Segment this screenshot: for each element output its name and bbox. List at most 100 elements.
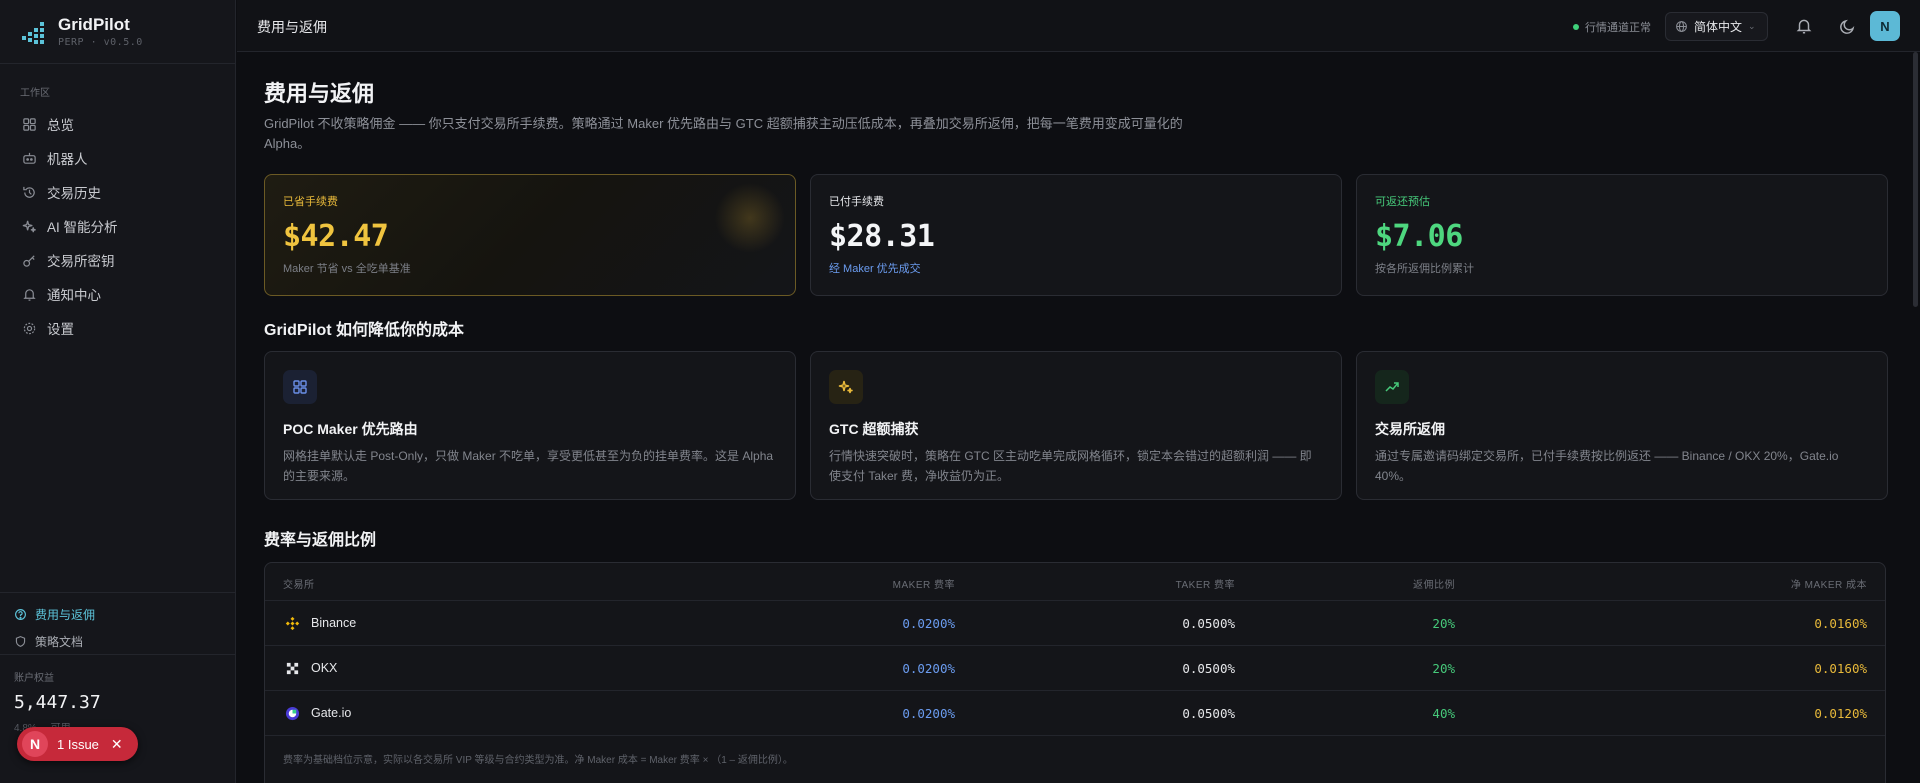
column-header: TAKER 费率 (1175, 580, 1235, 591)
trend-up-icon (1375, 370, 1409, 404)
stat-sub: 经 Maker 优先成交 (829, 263, 921, 275)
key-icon (20, 251, 38, 269)
net-maker-cost: 0.0160% (1814, 616, 1867, 631)
table-footnote: 费率为基础档位示意，实际以各交易所 VIP 等级与合约类型为准。净 Maker … (283, 755, 793, 766)
sidebar-item-overview[interactable]: 总览 (0, 107, 235, 141)
language-label: 简体中文 (1694, 20, 1743, 34)
rebate-rate: 20% (1432, 661, 1455, 676)
stat-card-rebate: 可返还预估 $7.06 按各所返佣比例累计 (1356, 174, 1888, 296)
connection-status: 行情通道正常 (1573, 19, 1651, 35)
sidebar-item-keys[interactable]: 交易所密钥 (0, 243, 235, 277)
feature-description: 行情快速突破时，策略在 GTC 区主动吃单完成网格循环，锁定本会错过的超额利润 … (829, 449, 1312, 483)
table-header: 交易所 MAKER 费率 TAKER 费率 返佣比例 净 MAKER 成本 (265, 563, 1885, 601)
equity-value: 5,447.37 (14, 692, 101, 713)
issue-label: 1 Issue (57, 736, 99, 752)
stat-label: 可返还预估 (1375, 196, 1430, 208)
language-select[interactable]: 简体中文 ⌄ (1665, 12, 1768, 41)
feature-title: POC Maker 优先路由 (283, 421, 418, 437)
feature-card-rebate: 交易所返佣 通过专属邀请码绑定交易所，已付手续费按比例返还 —— Binance… (1356, 351, 1888, 500)
sidebar-item-label: 费用与返佣 (35, 608, 96, 622)
status-text: 行情通道正常 (1585, 22, 1651, 34)
net-maker-cost: 0.0120% (1814, 706, 1867, 721)
bell-icon[interactable] (1795, 17, 1813, 35)
exchange-name: Binance (311, 616, 357, 630)
bell-icon (20, 285, 38, 303)
moon-icon[interactable] (1839, 17, 1857, 35)
page-title: 费用与返佣 (264, 81, 375, 106)
feature-description: 网格挂单默认走 Post-Only，只做 Maker 不吃单，享受更低甚至为负的… (283, 449, 774, 483)
history-icon (20, 183, 38, 201)
taker-rate: 0.0500% (1182, 661, 1235, 676)
avatar[interactable]: N (1870, 11, 1900, 41)
sidebar-item-label: AI 智能分析 (47, 220, 118, 235)
app-name: GridPilot (58, 14, 130, 34)
sparkle-icon (20, 217, 38, 235)
feature-description: 通过专属邀请码绑定交易所，已付手续费按比例返还 —— Binance / OKX… (1375, 449, 1839, 483)
feature-card-poc: POC Maker 优先路由 网格挂单默认走 Post-Only，只做 Make… (264, 351, 796, 500)
section-title-how: GridPilot 如何降低你的成本 (264, 322, 465, 339)
grid-icon (20, 115, 38, 133)
brand[interactable]: GridPilot PERP · v0.5.0 (0, 0, 235, 64)
feature-title: 交易所返佣 (1375, 421, 1445, 437)
sidebar-item-history[interactable]: 交易历史 (0, 175, 235, 209)
sidebar-item-fees[interactable]: 费用与返佣 (0, 601, 236, 628)
maker-rate: 0.0200% (902, 706, 955, 721)
exchange-name: OKX (311, 661, 338, 675)
rebate-rate: 40% (1432, 706, 1455, 721)
sidebar-item-label: 交易历史 (47, 186, 101, 201)
stat-value: $42.47 (283, 219, 389, 254)
stat-label: 已省手续费 (283, 196, 338, 208)
maker-rate: 0.0200% (902, 661, 955, 676)
bot-icon (20, 149, 38, 167)
gear-icon (20, 319, 38, 337)
sidebar-item-label: 设置 (47, 322, 74, 337)
fee-icon (15, 609, 26, 620)
section-title-rates: 费率与返佣比例 (264, 532, 377, 549)
gate-icon (285, 706, 300, 721)
logo-icon (22, 21, 44, 44)
sidebar: GridPilot PERP · v0.5.0 工作区 总览 机器人 交易历史 … (0, 0, 236, 783)
column-header: 交易所 (283, 580, 315, 591)
status-dot-icon (1573, 24, 1579, 30)
binance-icon (285, 616, 300, 631)
sidebar-bottom-nav: 费用与返佣 策略文档 (0, 592, 236, 655)
sidebar-item-ai[interactable]: AI 智能分析 (0, 209, 235, 243)
issue-logo: N (22, 731, 48, 757)
column-header: 净 MAKER 成本 (1790, 580, 1867, 591)
scrollbar[interactable] (1913, 52, 1918, 307)
glow-decoration (715, 183, 785, 253)
stat-value: $7.06 (1375, 219, 1463, 254)
sidebar-item-settings[interactable]: 设置 (0, 311, 235, 345)
sidebar-item-label: 机器人 (47, 152, 88, 167)
stat-label: 已付手续费 (829, 196, 884, 208)
page-description: GridPilot 不收策略佣金 —— 你只支付交易所手续费。策略通过 Make… (264, 116, 1183, 151)
sidebar-item-notifications[interactable]: 通知中心 (0, 277, 235, 311)
topbar-title: 费用与返佣 (257, 19, 327, 35)
rebate-rate: 20% (1432, 616, 1455, 631)
close-icon[interactable]: ✕ (111, 736, 123, 753)
shield-icon (15, 636, 26, 647)
stat-value: $28.31 (829, 219, 935, 254)
taker-rate: 0.0500% (1182, 706, 1235, 721)
sidebar-section-label: 工作区 (20, 88, 50, 99)
sparkle-icon (829, 370, 863, 404)
stat-sub: 按各所返佣比例累计 (1375, 263, 1474, 275)
table-row[interactable]: OKX 0.0200% 0.0500% 20% 0.0160% (265, 646, 1885, 691)
sidebar-item-label: 通知中心 (47, 288, 101, 303)
feature-title: GTC 超额捕获 (829, 421, 919, 437)
equity-label: 账户权益 (14, 673, 54, 684)
issue-badge[interactable]: N 1 Issue ✕ (17, 727, 138, 761)
column-header: MAKER 费率 (892, 580, 955, 591)
table-row[interactable]: Gate.io 0.0200% 0.0500% 40% 0.0120% (265, 691, 1885, 736)
sidebar-item-docs[interactable]: 策略文档 (0, 628, 236, 655)
topbar: 费用与返佣 行情通道正常 简体中文 ⌄ N (237, 0, 1920, 52)
sidebar-item-label: 交易所密钥 (47, 254, 115, 269)
table-row[interactable]: Binance 0.0200% 0.0500% 20% 0.0160% (265, 601, 1885, 646)
maker-rate: 0.0200% (902, 616, 955, 631)
feature-card-gtc: GTC 超额捕获 行情快速突破时，策略在 GTC 区主动吃单完成网格循环，锁定本… (810, 351, 1342, 500)
rates-table: 交易所 MAKER 费率 TAKER 费率 返佣比例 净 MAKER 成本 Bi… (264, 562, 1886, 783)
stat-sub: Maker 节省 vs 全吃单基准 (283, 263, 411, 275)
sidebar-item-bots[interactable]: 机器人 (0, 141, 235, 175)
exchange-name: Gate.io (311, 706, 352, 720)
sidebar-item-label: 策略文档 (35, 635, 84, 649)
